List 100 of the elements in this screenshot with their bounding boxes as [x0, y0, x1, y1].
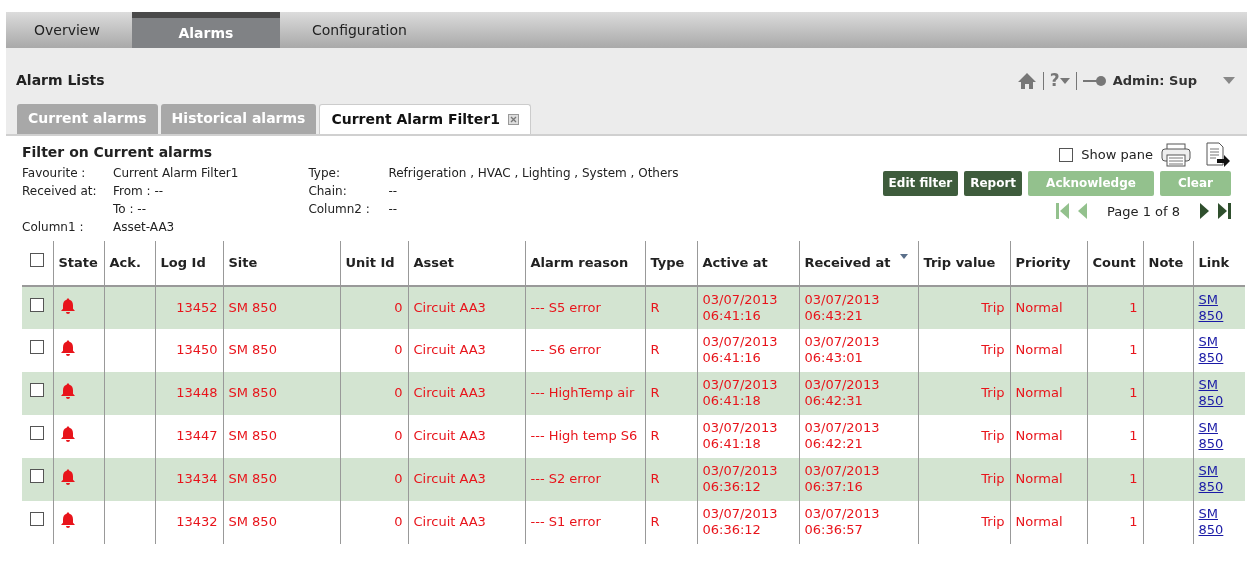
- row-checkbox[interactable]: [30, 383, 45, 398]
- table-cell: 0: [394, 428, 403, 443]
- nav-tab[interactable]: Configuration: [291, 12, 427, 48]
- column-header[interactable]: Asset: [408, 240, 525, 286]
- table-cell: 1: [1129, 514, 1138, 529]
- table-cell: 03/07/2013 06:36:12: [702, 463, 778, 494]
- help-menu[interactable]: ?: [1049, 68, 1070, 94]
- table-cell: 03/07/2013 06:41:16: [702, 291, 778, 323]
- table-cell: 1: [1129, 428, 1138, 443]
- user-name[interactable]: Admin: Sup: [1112, 71, 1197, 91]
- table-cell: Normal: [1015, 514, 1063, 529]
- action-button[interactable]: Edit filter: [882, 170, 959, 196]
- table-cell: --- High temp S6: [530, 428, 638, 443]
- table-cell: R: [650, 428, 660, 443]
- table-cell: 03/07/2013 06:43:21: [804, 291, 880, 323]
- site-link[interactable]: SM 850: [1198, 377, 1240, 409]
- table-cell: SM 850: [228, 299, 277, 315]
- table-cell: SM 850: [228, 471, 277, 486]
- column-header[interactable]: Received at: [799, 240, 918, 286]
- field-label: Column2 :: [308, 200, 371, 217]
- table-cell: Circuit AA3: [413, 342, 486, 357]
- caret-icon: [1059, 76, 1070, 85]
- table-cell: --- S2 error: [530, 471, 601, 486]
- column-header[interactable]: Trip value: [918, 240, 1010, 286]
- table-cell: Trip: [981, 299, 1005, 315]
- row-checkbox[interactable]: [30, 340, 45, 355]
- field-label: Favourite :: [22, 164, 87, 181]
- column-header[interactable]: Link: [1193, 240, 1245, 286]
- table-cell: SM 850: [228, 385, 277, 400]
- table-cell: 03/07/2013 06:37:16: [804, 463, 880, 494]
- printer-icon[interactable]: [1161, 142, 1191, 167]
- row-checkbox[interactable]: [30, 426, 45, 441]
- caret-icon[interactable]: [1223, 76, 1235, 86]
- table-cell: 03/07/2013 06:42:21: [804, 420, 880, 451]
- column-header[interactable]: Unit Id: [340, 240, 408, 286]
- table-cell: --- S5 error: [530, 299, 601, 315]
- select-all-checkbox[interactable]: [30, 252, 45, 267]
- table-cell: 03/07/2013 06:41:16: [702, 334, 778, 365]
- table-cell: 03/07/2013 06:43:01: [804, 334, 880, 365]
- field-label: Received at:: [22, 182, 98, 199]
- row-checkbox[interactable]: [30, 512, 45, 527]
- table-cell: 1: [1129, 299, 1138, 315]
- row-checkbox[interactable]: [30, 297, 45, 312]
- column-header[interactable]: Ack.: [104, 240, 155, 286]
- show-pane-checkbox[interactable]: [1059, 147, 1074, 162]
- table-cell: 0: [394, 299, 403, 315]
- table-cell: Circuit AA3: [413, 428, 486, 443]
- column-header[interactable]: Priority: [1010, 240, 1087, 286]
- site-link[interactable]: SM 850: [1198, 334, 1240, 366]
- table-cell: R: [650, 342, 660, 357]
- table-cell: Circuit AA3: [413, 471, 486, 486]
- column-header[interactable]: State: [53, 240, 104, 286]
- page-indicator: Page 1 of 8: [1107, 202, 1180, 221]
- table-cell: Circuit AA3: [413, 514, 486, 529]
- column-header[interactable]: Type: [645, 240, 697, 286]
- column-header[interactable]: Log Id: [155, 240, 223, 286]
- home-icon[interactable]: [1016, 71, 1037, 90]
- page-title: Alarm Lists: [16, 71, 105, 91]
- table-cell: 0: [394, 471, 403, 486]
- table-cell: 13432: [176, 514, 218, 529]
- bell-icon: [58, 296, 77, 315]
- column-header[interactable]: Alarm reason: [525, 240, 645, 286]
- checkbox-label: Show pane: [1081, 145, 1153, 164]
- column-header[interactable]: Active at: [697, 240, 799, 286]
- next-page-icon[interactable]: [1200, 203, 1210, 220]
- table-cell: Trip: [981, 385, 1005, 400]
- column-header[interactable]: Count: [1087, 240, 1143, 286]
- key-icon: [1082, 74, 1107, 87]
- table-cell: Normal: [1015, 428, 1063, 443]
- site-link[interactable]: SM 850: [1198, 291, 1240, 324]
- table-cell: R: [650, 514, 660, 529]
- table-cell: 13448: [176, 385, 218, 400]
- field-value: Refrigeration , HVAC , Lighting , System , Others: [388, 164, 679, 181]
- export-icon[interactable]: [1205, 141, 1231, 168]
- site-link[interactable]: SM 850: [1198, 420, 1240, 452]
- sub-tab[interactable]: Current Alarm Filter1: [319, 103, 531, 134]
- column-header[interactable]: Site: [223, 240, 340, 286]
- column-header[interactable]: Note: [1143, 240, 1193, 286]
- table-cell: Normal: [1015, 471, 1063, 486]
- table-cell: 0: [394, 514, 403, 529]
- bell-icon: [58, 339, 77, 357]
- nav-tab[interactable]: Alarms: [131, 12, 280, 48]
- site-link[interactable]: SM 850: [1198, 506, 1240, 538]
- close-icon[interactable]: [507, 113, 519, 125]
- nav-tab[interactable]: Overview: [14, 12, 120, 48]
- table-cell: Circuit AA3: [413, 299, 486, 315]
- table-cell: 0: [394, 385, 403, 400]
- bell-icon: [58, 382, 77, 400]
- table-cell: 03/07/2013 06:36:57: [804, 506, 880, 537]
- last-page-icon[interactable]: [1218, 203, 1231, 220]
- table-cell: R: [650, 385, 660, 400]
- field-value: To : --: [113, 200, 147, 217]
- site-link[interactable]: SM 850: [1198, 463, 1240, 495]
- bell-icon: [58, 468, 77, 486]
- table-cell: Trip: [981, 514, 1005, 529]
- row-checkbox[interactable]: [30, 469, 45, 484]
- table-cell: SM 850: [228, 342, 277, 357]
- table-cell: Trip: [981, 428, 1005, 443]
- table-cell: 03/07/2013 06:41:18: [702, 377, 778, 408]
- action-button[interactable]: Report: [964, 170, 1023, 196]
